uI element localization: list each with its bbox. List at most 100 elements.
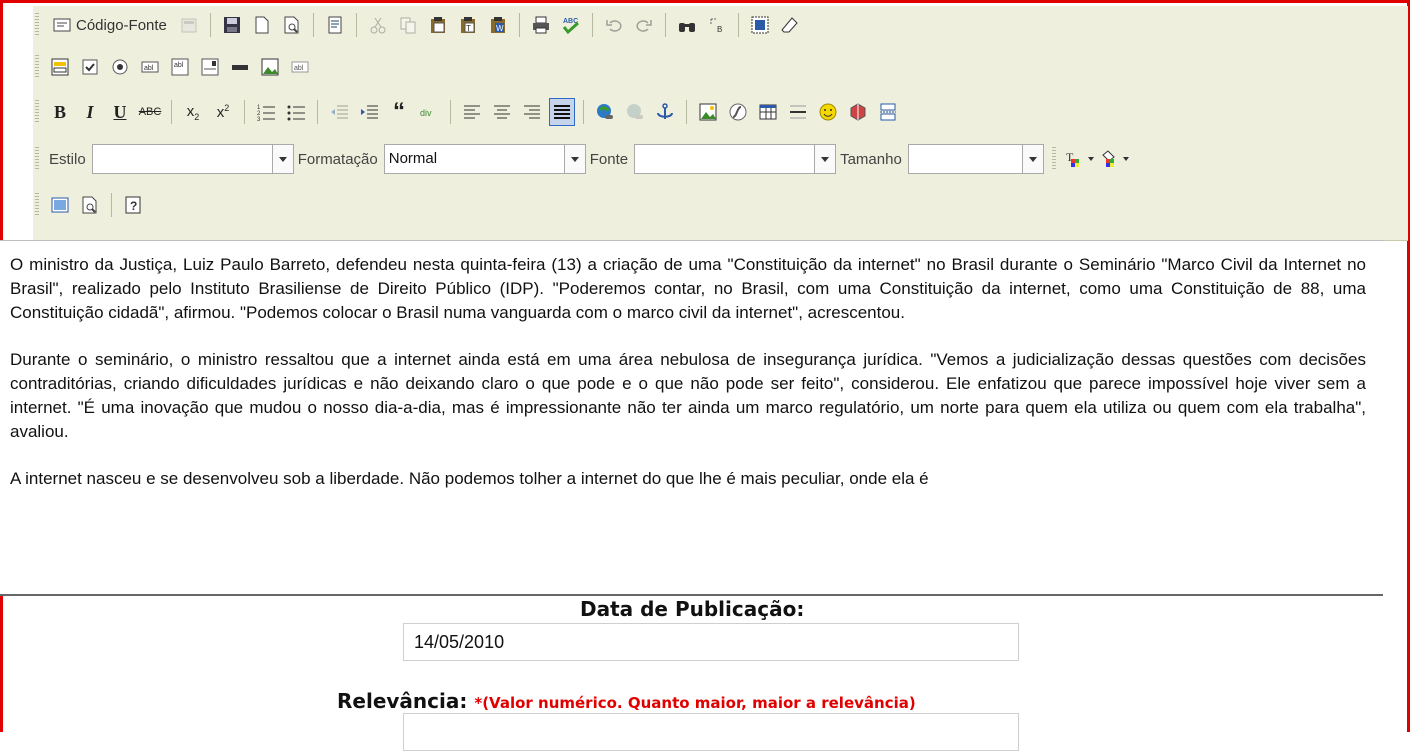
font-combo[interactable] (634, 144, 837, 174)
smiley-icon[interactable] (815, 98, 841, 126)
paste-icon[interactable] (425, 11, 451, 39)
align-left-icon[interactable] (459, 98, 485, 126)
editor-content-area[interactable]: O ministro da Justiça, Luiz Paulo Barret… (0, 240, 1383, 596)
align-justify-icon[interactable] (549, 98, 575, 126)
source-button-label: Código-Fonte (76, 16, 167, 34)
remove-format-icon[interactable] (777, 11, 803, 39)
chevron-down-icon (1122, 157, 1129, 161)
chevron-down-icon[interactable] (1021, 145, 1043, 173)
save-document-icon[interactable] (176, 11, 202, 39)
align-right-icon[interactable] (519, 98, 545, 126)
print-icon[interactable] (528, 11, 554, 39)
content-paragraph: Durante o seminário, o ministro ressalto… (10, 350, 1366, 441)
size-combo-value (909, 145, 1022, 173)
textfield-icon[interactable]: abl (137, 53, 163, 81)
select-field-icon[interactable] (197, 53, 223, 81)
horizontal-rule-icon[interactable] (785, 98, 811, 126)
bg-color-button[interactable] (1099, 145, 1130, 173)
image-button-icon[interactable] (257, 53, 283, 81)
chevron-down-icon[interactable] (814, 145, 836, 173)
toolbar-separator (664, 13, 666, 37)
templates-icon[interactable] (322, 11, 348, 39)
checkbox-icon[interactable] (77, 53, 103, 81)
italic-icon[interactable]: I (77, 98, 103, 126)
maximize-icon[interactable] (47, 191, 73, 219)
toolbar-separator (450, 100, 451, 124)
style-label: Estilo (49, 150, 86, 168)
svg-text:abl: abl (144, 65, 154, 72)
style-combo-value (93, 145, 272, 173)
toolbar-separator (686, 100, 687, 124)
pub-date-input[interactable]: 14/05/2010 (403, 623, 1019, 661)
toolbar-separator (355, 13, 357, 37)
svg-text:?: ? (130, 199, 137, 213)
format-label: Formatação (297, 150, 378, 168)
pub-date-label: Data de Publicação: (580, 597, 805, 621)
table-icon[interactable] (755, 98, 781, 126)
form-icon[interactable] (47, 53, 73, 81)
cut-icon[interactable] (365, 11, 391, 39)
content-paragraph: A internet nasceu e se desenvolveu sob a… (10, 469, 929, 488)
new-page-icon[interactable] (249, 11, 275, 39)
text-color-button[interactable]: T (1064, 145, 1095, 173)
chevron-down-icon[interactable] (271, 145, 293, 173)
radio-icon[interactable] (107, 53, 133, 81)
anchor-icon[interactable] (652, 98, 678, 126)
unlink-icon[interactable] (622, 98, 648, 126)
align-center-icon[interactable] (489, 98, 515, 126)
link-icon[interactable] (592, 98, 618, 126)
format-combo[interactable]: Normal (383, 144, 586, 174)
page-break-icon[interactable] (875, 98, 901, 126)
toolbar-row-4: Estilo Formatação Normal Fonte Tamanho T (33, 142, 1132, 176)
subscript-icon[interactable]: x2 (180, 98, 206, 126)
rich-text-editor: Código-Fonte T W ABC B abl abl abl B I U… (0, 6, 1408, 596)
toolbar-separator (312, 13, 314, 37)
outdent-icon[interactable] (326, 98, 352, 126)
toolbar-separator (244, 100, 245, 124)
toolbar-separator (111, 193, 112, 217)
paste-text-icon[interactable]: T (455, 11, 481, 39)
editor-toolbar: Código-Fonte T W ABC B abl abl abl B I U… (33, 6, 1408, 241)
toolbar-grip (35, 100, 39, 124)
blockquote-icon[interactable]: “ (386, 98, 412, 126)
show-blocks-icon[interactable] (77, 191, 103, 219)
toolbar-grip (35, 13, 39, 37)
redo-icon[interactable] (631, 11, 657, 39)
indent-icon[interactable] (356, 98, 382, 126)
toolbar-row-3: B I U ABC x2 x2 123 “ div (33, 95, 903, 129)
source-button[interactable]: Código-Fonte (47, 11, 172, 39)
svg-text:W: W (496, 24, 504, 33)
div-container-icon[interactable]: div (416, 98, 442, 126)
select-all-icon[interactable] (747, 11, 773, 39)
relevance-note: *(Valor numérico. Quanto maior, maior a … (474, 694, 916, 712)
button-field-icon[interactable] (227, 53, 253, 81)
strikethrough-icon[interactable]: ABC (137, 98, 163, 126)
relevance-label: Relevância: *(Valor numérico. Quanto mai… (337, 689, 916, 713)
textarea-icon[interactable]: abl (167, 53, 193, 81)
special-char-icon[interactable] (845, 98, 871, 126)
help-icon[interactable]: ? (120, 191, 146, 219)
undo-icon[interactable] (601, 11, 627, 39)
relevance-label-text: Relevância: (337, 689, 468, 713)
flash-icon[interactable] (725, 98, 751, 126)
relevance-input[interactable] (403, 713, 1019, 751)
image-icon[interactable] (695, 98, 721, 126)
paste-word-icon[interactable]: W (485, 11, 511, 39)
preview-icon[interactable] (279, 11, 305, 39)
find-icon[interactable] (674, 11, 700, 39)
save-icon[interactable] (219, 11, 245, 39)
size-combo[interactable] (907, 144, 1044, 174)
copy-icon[interactable] (395, 11, 421, 39)
spellcheck-icon[interactable]: ABC (558, 11, 584, 39)
underline-icon[interactable]: U (107, 98, 133, 126)
bold-icon[interactable]: B (47, 98, 73, 126)
chevron-down-icon[interactable] (563, 145, 585, 173)
style-combo[interactable] (91, 144, 294, 174)
bullet-list-icon[interactable] (283, 98, 309, 126)
numbered-list-icon[interactable]: 123 (253, 98, 279, 126)
font-label: Fonte (589, 150, 629, 168)
superscript-icon[interactable]: x2 (210, 98, 236, 126)
format-combo-value: Normal (388, 150, 438, 167)
hidden-field-icon[interactable]: abl (287, 53, 313, 81)
replace-icon[interactable]: B (704, 11, 730, 39)
